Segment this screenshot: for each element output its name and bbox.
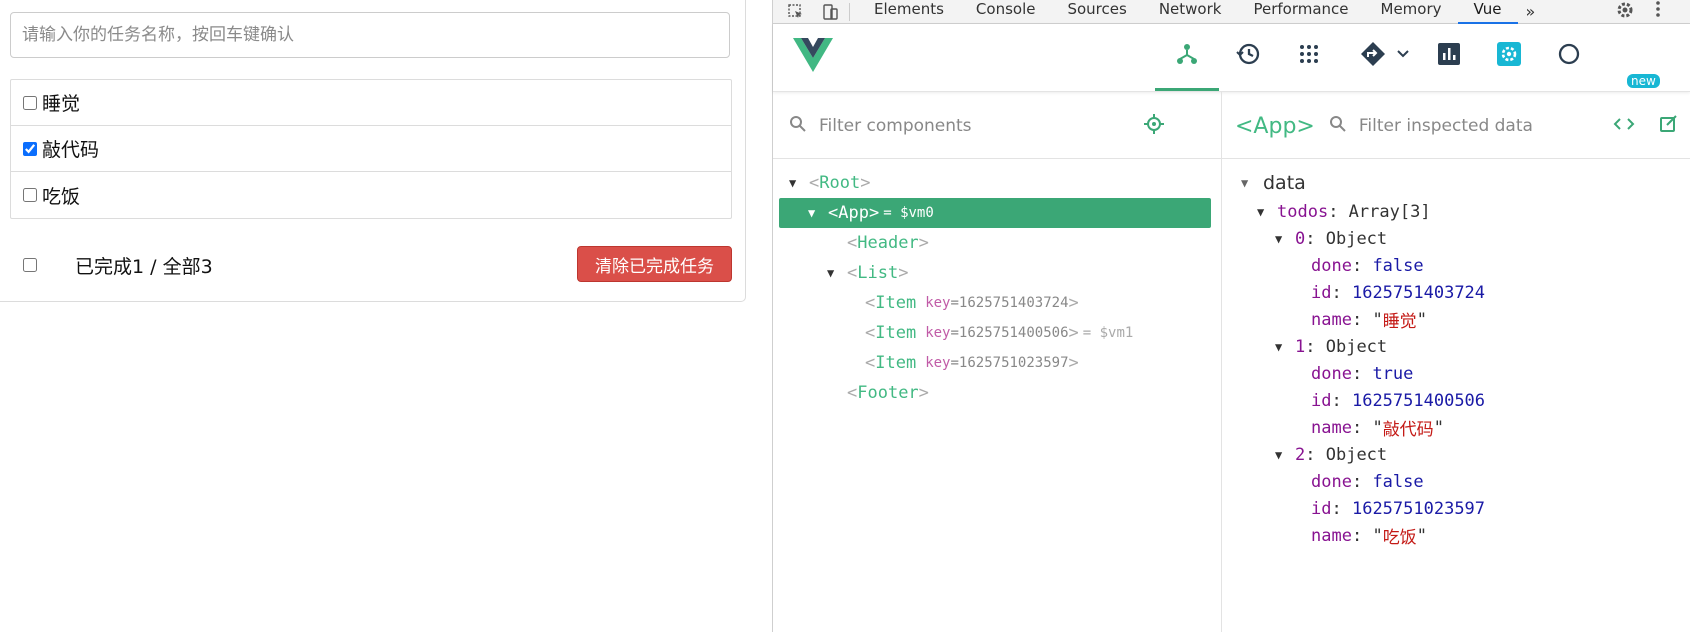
todo-footer: 已完成1 / 全部3 清除已完成任务: [10, 246, 732, 284]
todo-item[interactable]: 吃饭: [11, 172, 731, 218]
expand-arrow-icon[interactable]: ▼: [1241, 176, 1253, 190]
kebab-menu-icon[interactable]: [1655, 0, 1661, 22]
expand-arrow-icon[interactable]: ▼: [827, 266, 839, 280]
data-row-done[interactable]: done: false: [1223, 252, 1690, 279]
tree-node-item[interactable]: < Item key =1625751400506 > = $vm1: [773, 318, 1221, 348]
devtools-panel: Elements Console Sources Network Perform…: [772, 0, 1690, 632]
search-icon: [1329, 115, 1347, 138]
data-row-object[interactable]: ▼ 1: Object: [1223, 333, 1690, 360]
expand-arrow-icon[interactable]: ▼: [1257, 205, 1269, 219]
devtools-tab-bar: Elements Console Sources Network Perform…: [773, 0, 1690, 24]
tab-elements[interactable]: Elements: [858, 0, 960, 24]
expand-arrow-icon[interactable]: ▼: [808, 206, 820, 220]
tab-network[interactable]: Network: [1143, 0, 1238, 24]
data-row-done[interactable]: done: true: [1223, 360, 1690, 387]
data-row-name[interactable]: name: " 吃饭 ": [1223, 522, 1690, 549]
todo-label: 敲代码: [42, 139, 100, 161]
tab-memory[interactable]: Memory: [1365, 0, 1458, 24]
code-brackets-icon[interactable]: [1613, 115, 1635, 138]
stats-chart-icon[interactable]: [1429, 36, 1469, 72]
inspected-component-name: <App>: [1235, 113, 1315, 139]
completion-stats: 已完成1 / 全部3: [75, 255, 213, 278]
search-icon: [789, 115, 807, 138]
inspect-element-icon[interactable]: [785, 2, 807, 22]
todo-item[interactable]: 敲代码: [11, 126, 731, 172]
tree-node-footer[interactable]: <Footer>: [773, 378, 1221, 408]
tree-node-item[interactable]: < Item key =1625751403724 >: [773, 288, 1221, 318]
data-row-id[interactable]: id: 1625751403724: [1223, 279, 1690, 306]
inspector-header: <App> Filter inspected data: [1235, 92, 1690, 160]
open-in-editor-icon[interactable]: [1659, 114, 1679, 139]
tab-console[interactable]: Console: [960, 0, 1052, 24]
select-all-checkbox[interactable]: [23, 258, 37, 272]
task-input[interactable]: [10, 12, 730, 58]
component-tree: ▼ <Root> ▼ <App> = $vm0 <Header> ▼ <List…: [773, 168, 1221, 408]
data-row-id[interactable]: id: 1625751023597: [1223, 495, 1690, 522]
tree-node-root[interactable]: ▼ <Root>: [773, 168, 1221, 198]
data-row-todos[interactable]: ▼ todos: Array[3]: [1223, 198, 1690, 225]
expand-arrow-icon[interactable]: ▼: [1275, 340, 1287, 354]
refresh-icon[interactable]: [1549, 36, 1589, 72]
expand-arrow-icon[interactable]: ▼: [1275, 448, 1287, 462]
device-toolbar-icon[interactable]: [819, 2, 841, 22]
vue-devtools-toolbar: [773, 24, 1690, 92]
todo-checkbox[interactable]: [23, 141, 37, 156]
timeline-history-icon[interactable]: [1228, 36, 1268, 72]
more-tabs-icon[interactable]: »: [1518, 2, 1544, 21]
filter-inspected-input[interactable]: Filter inspected data: [1359, 116, 1533, 136]
components-tree-icon[interactable]: [1155, 36, 1219, 91]
vm-reference: = $vm1: [1082, 325, 1134, 341]
router-directions-icon[interactable]: [1353, 36, 1417, 72]
vue-logo-icon: [793, 38, 833, 78]
todo-checkbox[interactable]: [23, 188, 37, 202]
filter-components-input[interactable]: Filter components: [819, 116, 972, 136]
clear-completed-button[interactable]: 清除已完成任务: [577, 246, 732, 282]
todo-app: 睡觉 敲代码 吃饭 已完成1 / 全部3 清除已完成任务: [0, 0, 746, 632]
new-badge: new: [1627, 74, 1660, 88]
data-row-name[interactable]: name: " 睡觉 ": [1223, 306, 1690, 333]
pane-splitter[interactable]: [1221, 92, 1222, 632]
data-section-header[interactable]: ▼ data: [1223, 168, 1690, 198]
data-row-object[interactable]: ▼ 2: Object: [1223, 441, 1690, 468]
tree-node-item[interactable]: < Item key =1625751023597 >: [773, 348, 1221, 378]
data-row-object[interactable]: ▼ 0: Object: [1223, 225, 1690, 252]
filter-components-bar: Filter components: [789, 92, 1209, 160]
header-divider: [773, 158, 1690, 159]
todo-item[interactable]: 睡觉: [11, 80, 731, 126]
todo-checkbox[interactable]: [23, 95, 37, 110]
tree-node-list[interactable]: ▼ <List>: [773, 258, 1221, 288]
settings-cog-icon[interactable]: [1489, 36, 1529, 72]
data-row-done[interactable]: done: false: [1223, 468, 1690, 495]
tree-node-header[interactable]: <Header>: [773, 228, 1221, 258]
select-component-target-icon[interactable]: [1143, 113, 1165, 140]
tab-vue[interactable]: Vue: [1457, 0, 1518, 24]
tab-sources[interactable]: Sources: [1051, 0, 1142, 24]
toolbar-divider: [849, 2, 850, 21]
expand-arrow-icon[interactable]: ▼: [1275, 232, 1287, 246]
tree-node-app[interactable]: ▼ <App> = $vm0: [779, 198, 1211, 228]
expand-arrow-icon[interactable]: ▼: [789, 176, 801, 190]
data-inspector: ▼ data ▼ todos: Array[3] ▼ 0: Object don…: [1223, 168, 1690, 549]
todo-label: 吃饭: [42, 185, 81, 208]
todo-list: 睡觉 敲代码 吃饭: [10, 79, 732, 219]
settings-gear-icon[interactable]: [1615, 0, 1635, 24]
data-row-id[interactable]: id: 1625751400506: [1223, 387, 1690, 414]
performance-dots-icon[interactable]: [1289, 36, 1329, 72]
tab-performance[interactable]: Performance: [1237, 0, 1364, 24]
data-row-name[interactable]: name: " 敲代码 ": [1223, 414, 1690, 441]
todo-label: 睡觉: [42, 93, 81, 115]
vm-reference: = $vm0: [883, 205, 934, 221]
